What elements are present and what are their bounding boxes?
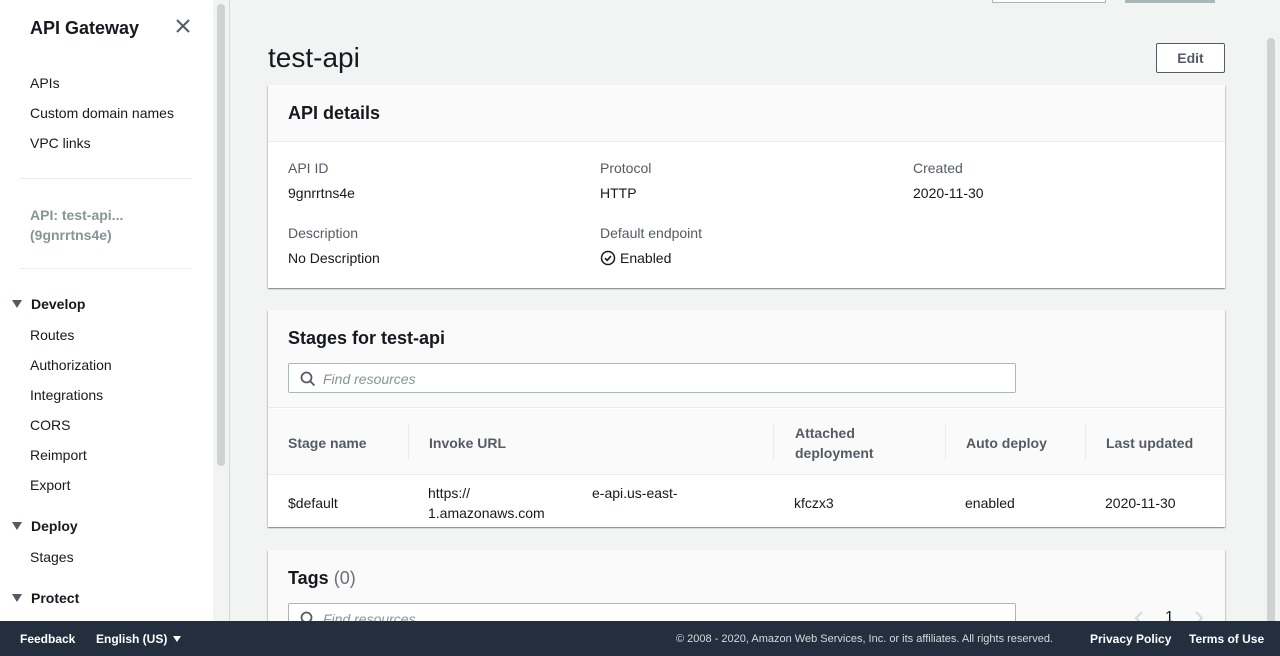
description-label: Description [288,225,359,241]
column-invoke-url[interactable]: Invoke URL [429,433,506,453]
api-details-card: API details API ID 9gnrrtns4e Protocol H… [268,85,1225,288]
sidebar-api-name: API: test-api... [30,207,124,223]
created-value: 2020-11-30 [913,185,984,201]
column-auto-deploy[interactable]: Auto deploy [966,433,1047,453]
protocol-value: HTTP [600,185,637,201]
description-value: No Description [288,250,380,266]
api-id-label: API ID [288,160,329,176]
status-check-icon [600,250,616,266]
sidebar-item-export[interactable]: Export [30,477,70,493]
api-details-heading: API details [268,85,1225,142]
column-last-updated[interactable]: Last updated [1106,433,1193,453]
copyright-text: © 2008 - 2020, Amazon Web Services, Inc.… [676,633,1053,645]
sidebar-section-label: Develop [31,296,86,312]
stages-card: Stages for test-api Find resources Stage… [268,310,1225,527]
auto-deploy-cell: enabled [965,495,1015,511]
default-endpoint-value: Enabled [620,250,672,266]
caret-down-icon [12,522,22,530]
sidebar-divider [20,178,192,179]
side-navigation: API Gateway APIs Custom domain names VPC… [0,0,213,621]
main-scrollbar[interactable] [1267,30,1275,628]
caret-down-icon [173,636,182,642]
top-button-partial[interactable] [992,0,1106,3]
main-divider [229,0,230,621]
protocol-label: Protocol [600,160,652,176]
invoke-url-line1: https:// e-api.us-east- [428,483,748,503]
column-divider[interactable] [945,424,946,460]
column-divider[interactable] [773,424,774,460]
sidebar-scrollbar-thumb[interactable] [217,4,225,466]
sidebar-item-stages[interactable]: Stages [30,549,74,565]
column-divider[interactable] [408,424,409,460]
close-icon[interactable] [173,16,193,36]
last-updated-cell: 2020-11-30 [1105,495,1176,511]
default-endpoint-label: Default endpoint [600,225,702,241]
sidebar-api-context: API: test-api... (9gnrrtns4e) [30,205,123,245]
edit-button[interactable]: Edit [1156,43,1225,73]
sidebar-item-routes[interactable]: Routes [30,327,74,343]
sidebar-item-custom-domain-names[interactable]: Custom domain names [30,105,174,121]
tags-heading: Tags (0) [288,568,356,589]
top-primary-button-partial[interactable] [1125,0,1215,3]
tags-card: Tags (0) Find resources 1 [268,550,1225,633]
tags-count: (0) [333,568,356,588]
stages-heading: Stages for test-api [288,328,446,348]
caret-down-icon [12,594,22,602]
column-attached-line1: Attached [795,425,855,441]
sidebar-item-vpc-links[interactable]: VPC links [30,135,91,151]
tags-title: Tags [288,568,329,588]
sidebar-api-id: (9gnrrtns4e) [30,227,112,243]
search-icon [300,371,316,387]
column-attached-line2: deployment [795,445,874,461]
sidebar-item-apis[interactable]: APIs [30,75,60,91]
sidebar-item-reimport[interactable]: Reimport [30,447,87,463]
sidebar-item-authorization[interactable]: Authorization [30,357,112,373]
created-label: Created [913,160,963,176]
invoke-url-cell[interactable]: https:// e-api.us-east- 1.amazonaws.com [428,483,748,523]
default-endpoint-status: Enabled [600,250,671,266]
sidebar-section-deploy[interactable]: Deploy [12,518,78,534]
stage-name-cell[interactable]: $default [288,493,338,513]
attached-deployment-cell: kfczx3 [794,495,834,511]
console-footer: Feedback English (US) © 2008 - 2020, Ama… [0,621,1280,656]
sidebar-section-protect[interactable]: Protect [12,590,79,606]
invoke-url-prefix: https:// [428,485,471,501]
language-label: English (US) [96,632,168,646]
language-selector[interactable]: English (US) [96,632,182,646]
invoke-url-line2: 1.amazonaws.com [428,505,545,521]
page-title: test-api [268,42,360,73]
search-placeholder: Find resources [323,371,416,387]
invoke-url-suffix: e-api.us-east- [592,485,678,501]
stages-header [268,310,1225,408]
caret-down-icon [12,300,22,308]
column-stage-name[interactable]: Stage name [288,433,367,453]
sidebar-item-integrations[interactable]: Integrations [30,387,103,403]
column-attached-deployment[interactable]: Attached deployment [795,423,874,463]
stages-search-input[interactable]: Find resources [288,363,1016,393]
sidebar-item-cors[interactable]: CORS [30,417,70,433]
privacy-policy-link[interactable]: Privacy Policy [1090,632,1171,646]
terms-of-use-link[interactable]: Terms of Use [1189,632,1264,646]
sidebar-section-label: Protect [31,590,80,606]
stages-table-header [268,409,1225,475]
feedback-link[interactable]: Feedback [20,632,75,646]
sidebar-divider [20,268,192,269]
sidebar-section-develop[interactable]: Develop [12,296,85,312]
main-scrollbar-thumb[interactable] [1267,38,1275,628]
column-divider[interactable] [1085,424,1086,460]
sidebar-section-label: Deploy [31,518,78,534]
api-id-value: 9gnrrtns4e [288,185,355,201]
sidebar-title[interactable]: API Gateway [30,18,139,39]
